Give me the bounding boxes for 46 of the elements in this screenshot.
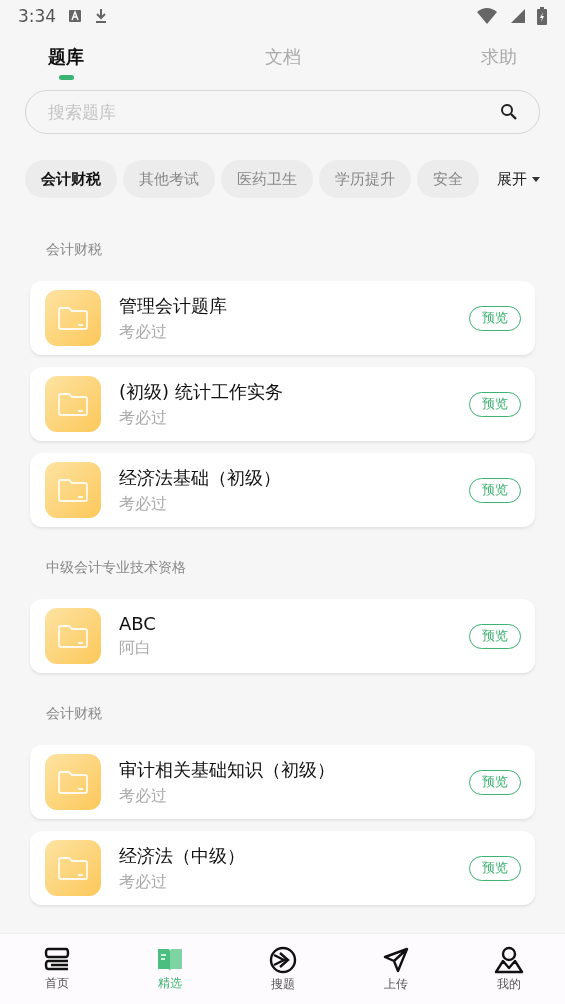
section-title: 会计财税 — [45, 704, 103, 723]
nav-item[interactable]: 首页 — [21, 945, 92, 993]
signal-icon — [509, 8, 525, 24]
stack-icon — [42, 946, 71, 973]
bank-card[interactable]: 经济法（中级） 考必过 预览 — [30, 831, 535, 905]
tab[interactable]: 题库 — [48, 42, 84, 82]
bank-card[interactable]: 经济法基础（初级） 考必过 预览 — [30, 453, 535, 527]
bank-title: 经济法（中级） — [119, 843, 246, 868]
folder-icon — [45, 462, 101, 518]
bank-author: 考必过 — [119, 785, 168, 807]
nav-item[interactable]: 搜题 — [247, 944, 318, 994]
folder-icon — [45, 376, 101, 432]
bank-author: 考必过 — [119, 407, 168, 429]
bank-card[interactable]: 审计相关基础知识（初级） 考必过 预览 — [30, 745, 535, 819]
bank-title: 审计相关基础知识（初级） — [119, 757, 336, 782]
section-title: 会计财税 — [45, 240, 103, 259]
battery-icon — [537, 7, 547, 25]
send-icon — [381, 945, 410, 974]
bank-title: (初级) 统计工作实务 — [119, 379, 284, 404]
folder-icon — [45, 290, 101, 346]
bank-author: 考必过 — [119, 493, 168, 515]
folder-icon — [45, 754, 101, 810]
play-circle-icon — [268, 945, 297, 974]
bank-title: 管理会计题库 — [119, 293, 228, 318]
bank-card[interactable]: 管理会计题库 考必过 预览 — [30, 281, 535, 355]
category-chip[interactable]: 会计财税 — [25, 160, 117, 198]
book-icon — [155, 946, 184, 973]
status-time: 3:34 — [18, 6, 57, 26]
nav-item[interactable]: 我的 — [473, 944, 544, 994]
search-icon[interactable] — [500, 103, 518, 121]
bank-title: 经济法基础（初级） — [119, 465, 282, 490]
user-icon — [493, 945, 524, 974]
bank-title: ABC — [119, 613, 157, 634]
bank-author: 考必过 — [119, 871, 168, 893]
bank-card[interactable]: (初级) 统计工作实务 考必过 预览 — [30, 367, 535, 441]
nav-item[interactable]: 上传 — [360, 944, 431, 994]
bank-card[interactable]: ABC 阿白 预览 — [30, 599, 535, 673]
section-title: 中级会计专业技术资格 — [45, 558, 187, 577]
bank-author: 考必过 — [119, 321, 168, 343]
folder-icon — [45, 608, 101, 664]
bank-author: 阿白 — [119, 638, 152, 659]
caret-icon — [532, 176, 540, 182]
wifi-icon — [477, 8, 497, 24]
folder-icon — [45, 840, 101, 896]
download-icon — [94, 8, 109, 24]
keyboard-icon — [68, 9, 83, 23]
